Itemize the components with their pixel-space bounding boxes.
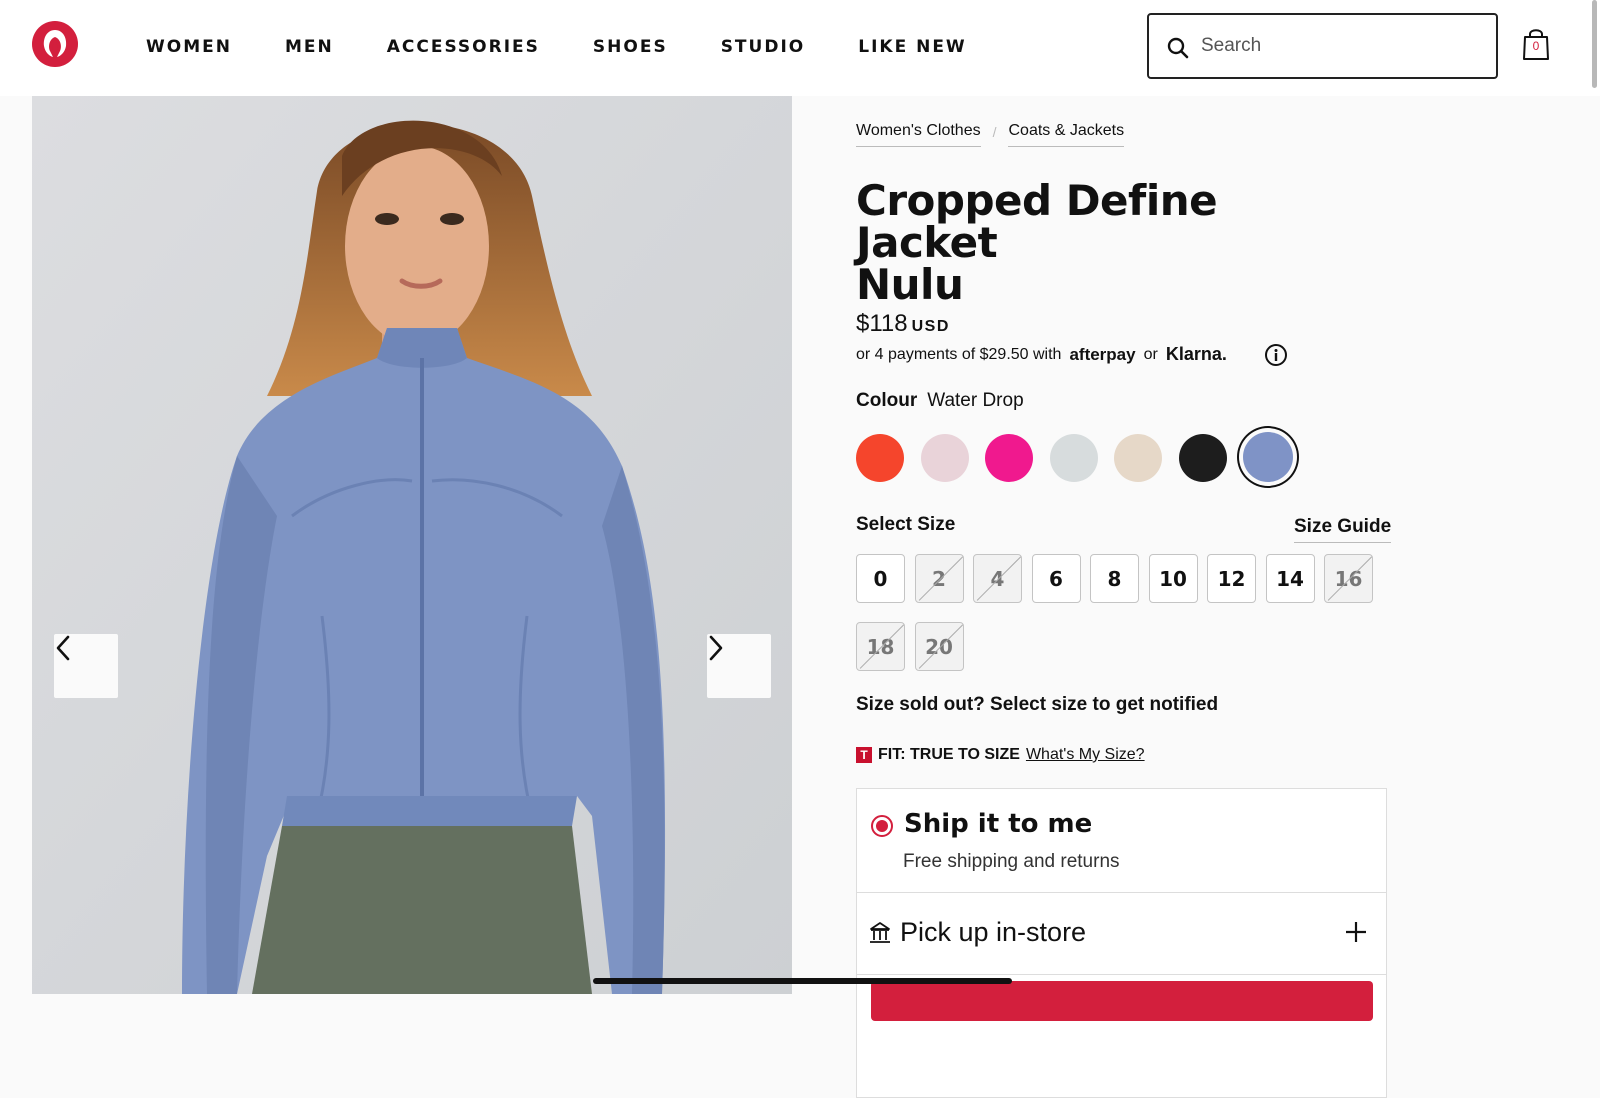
breadcrumb-coats-jackets[interactable]: Coats & Jackets (1008, 122, 1125, 147)
afterpay-logo: afterpay (1069, 344, 1136, 364)
size-option-12[interactable]: 12 (1207, 554, 1256, 603)
fulfillment-options: Ship it to me Free shipping and returns … (856, 788, 1387, 1098)
price-currency: USD (911, 318, 950, 335)
main-nav: WOMEN MEN ACCESSORIES SHOES STUDIO LIKE … (146, 37, 967, 57)
size-option-14[interactable]: 14 (1265, 554, 1315, 603)
nav-men[interactable]: MEN (285, 37, 334, 57)
nav-studio[interactable]: STUDIO (721, 37, 806, 57)
colour-swatch[interactable] (920, 434, 969, 482)
gallery-prev-button[interactable] (54, 634, 118, 698)
size-guide-link[interactable]: Size Guide (1294, 516, 1392, 543)
colour-swatch[interactable] (1114, 434, 1162, 482)
size-option-8[interactable]: 8 (1090, 554, 1139, 603)
size-sold-out-note: Size sold out? Select size to get notifi… (856, 694, 1219, 715)
info-icon[interactable] (1264, 343, 1288, 367)
size-option-20[interactable]: 20 (914, 622, 964, 671)
nav-accessories[interactable]: ACCESSORIES (387, 37, 540, 57)
lululemon-logo[interactable] (32, 21, 78, 67)
size-option-4[interactable]: 4 (973, 554, 1022, 603)
colour-swatch[interactable] (1178, 434, 1227, 482)
search-box[interactable] (1147, 13, 1498, 79)
size-option-2[interactable]: 2 (914, 554, 964, 603)
installment-info: or 4 payments of $29.50 with afterpay or… (856, 344, 1227, 365)
installment-or: or (1143, 345, 1158, 363)
breadcrumb-separator: / (992, 123, 997, 140)
fit-text: FIT: TRUE TO SIZE (878, 746, 1020, 763)
colour-swatch[interactable] (856, 434, 904, 482)
whats-my-size-link[interactable]: What's My Size? (1026, 746, 1145, 764)
colour-value: Water Drop (927, 390, 1024, 411)
product-image (32, 96, 792, 994)
price-amount: $118 (856, 310, 908, 337)
select-size-label: Select Size (856, 514, 956, 535)
page-scrollbar[interactable] (1592, 0, 1597, 88)
ship-it-to-me-option[interactable]: Ship it to me Free shipping and returns (857, 789, 1386, 893)
bag-count: 0 (1532, 39, 1540, 53)
nav-women[interactable]: WOMEN (146, 37, 232, 57)
fit-info: T FIT: TRUE TO SIZE What's My Size? (856, 746, 1145, 764)
klarna-logo: Klarna. (1165, 344, 1227, 364)
size-option-18[interactable]: 18 (856, 622, 905, 671)
nav-shoes[interactable]: SHOES (593, 37, 668, 57)
size-option-10[interactable]: 10 (1148, 554, 1198, 603)
ship-title: Ship it to me (904, 809, 1093, 839)
pickup-title: Pick up in-store (900, 917, 1087, 947)
colour-label: Colour (856, 390, 918, 411)
product-price: $118 USD (856, 310, 950, 338)
breadcrumb-womens-clothes[interactable]: Women's Clothes (856, 122, 981, 147)
search-icon (1167, 37, 1189, 59)
size-option-6[interactable]: 6 (1031, 554, 1081, 603)
ship-radio-selected[interactable] (871, 815, 893, 837)
size-option-0[interactable]: 0 (856, 554, 905, 603)
size-option-16[interactable]: 16 (1324, 554, 1373, 603)
site-header: WOMEN MEN ACCESSORIES SHOES STUDIO LIKE … (0, 0, 1600, 96)
chevron-left-icon (56, 635, 70, 661)
nav-like-new[interactable]: LIKE NEW (858, 37, 966, 57)
shopping-bag-button[interactable]: 0 (1521, 26, 1551, 62)
gallery-next-button[interactable] (707, 634, 771, 698)
fit-badge-icon: T (856, 747, 872, 763)
product-title: Cropped Define Jacket Nulu (856, 180, 1256, 306)
home-indicator (593, 978, 1012, 984)
installment-text: or 4 payments of $29.50 with (856, 345, 1062, 363)
ship-subtitle: Free shipping and returns (903, 851, 1120, 872)
colour-row: Colour Water Drop (856, 390, 1024, 412)
product-title-line: Nulu (856, 260, 964, 309)
colour-swatch[interactable] (985, 434, 1033, 482)
breadcrumb: Women's Clothes / Coats & Jackets (856, 122, 1125, 147)
colour-swatch-selected[interactable] (1243, 432, 1293, 482)
colour-swatch[interactable] (1049, 434, 1098, 482)
store-icon (870, 922, 890, 943)
product-title-line: Jacket (856, 218, 998, 267)
pick-up-in-store-option[interactable]: Pick up in-store (857, 893, 1386, 975)
plus-icon[interactable] (1345, 921, 1367, 943)
product-title-line: Cropped Define (856, 176, 1218, 225)
add-to-bag-button[interactable] (871, 981, 1373, 1021)
chevron-right-icon (709, 635, 723, 661)
search-input[interactable] (1201, 29, 1481, 63)
